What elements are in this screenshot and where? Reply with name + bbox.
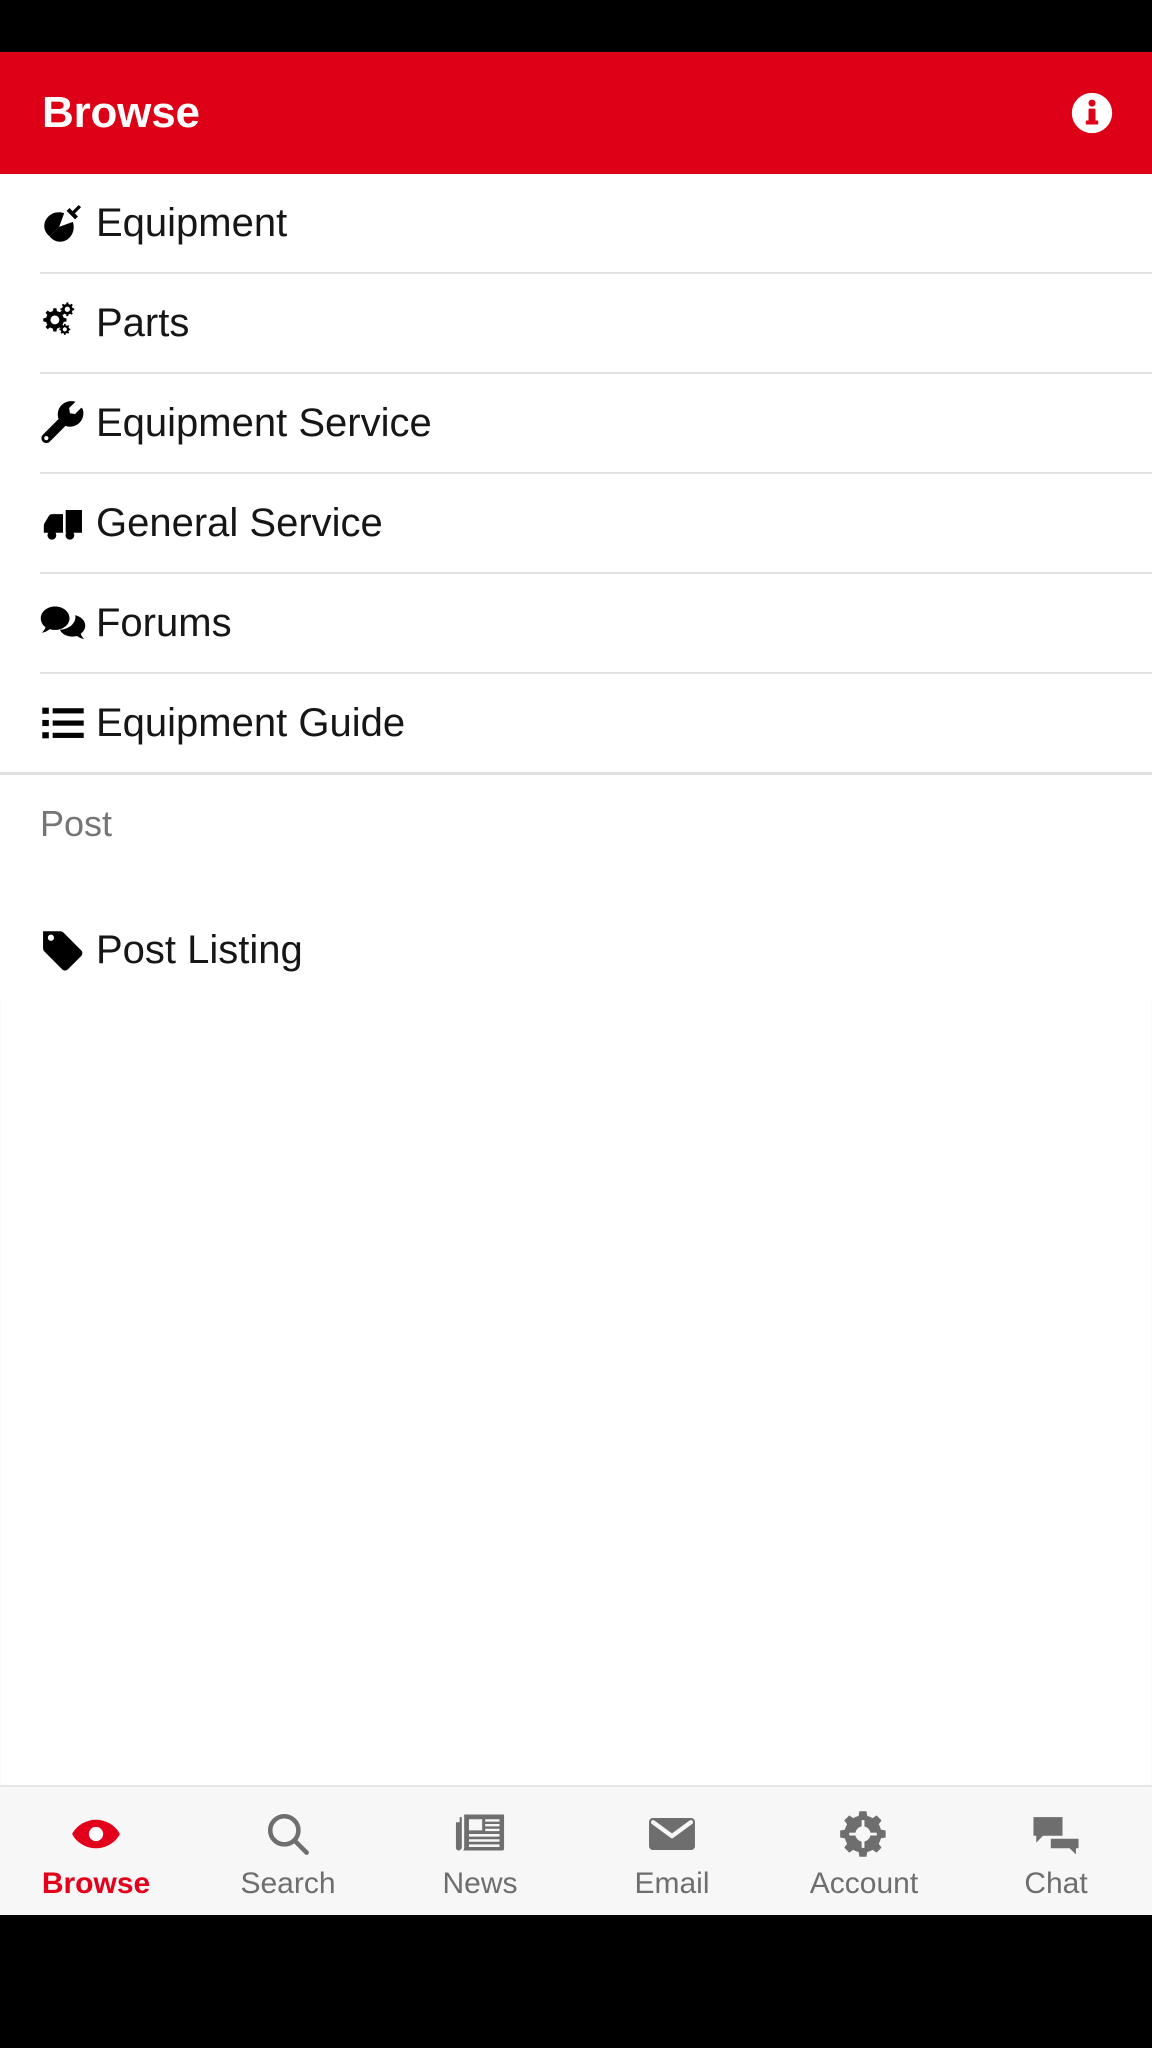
plug-icon: [40, 200, 92, 246]
tag-icon: [40, 927, 92, 973]
nav-item-label: News: [442, 1867, 518, 1900]
list-item-label: General Service: [96, 501, 383, 545]
comments-icon: [40, 600, 92, 646]
list-item-label: Equipment: [96, 201, 288, 245]
browse-list: Equipment Parts Equipment Service Genera…: [0, 174, 1152, 772]
search-icon: [262, 1809, 314, 1859]
status-bar: [0, 0, 1152, 52]
nav-item-label: Account: [809, 1867, 919, 1900]
nav-item-label: Email: [634, 1867, 710, 1900]
system-navigation-bar: [0, 1915, 1152, 2048]
list-ul-icon: [40, 700, 92, 746]
app-screen: Browse Equipment Parts Equipment Service…: [0, 0, 1152, 2048]
envelope-icon: [646, 1809, 698, 1859]
newspaper-icon: [454, 1809, 506, 1859]
list-item-equipment-service[interactable]: Equipment Service: [0, 374, 1152, 472]
bottom-navigation: Browse Search News Email Account Chat: [0, 1785, 1152, 1915]
nav-item-email[interactable]: Email: [576, 1787, 768, 1915]
eye-icon: [70, 1809, 122, 1859]
list-item-label: Parts: [96, 301, 190, 345]
app-bar: Browse: [0, 52, 1152, 174]
cogs-icon: [40, 300, 92, 346]
nav-item-label: Chat: [1024, 1867, 1088, 1900]
list-item-label: Equipment Guide: [96, 701, 406, 745]
chat-icon: [1030, 1809, 1082, 1859]
list-item-equipment-guide[interactable]: Equipment Guide: [0, 674, 1152, 772]
nav-item-label: Search: [240, 1867, 336, 1900]
nav-item-account[interactable]: Account: [768, 1787, 960, 1915]
list-item-label: Equipment Service: [96, 401, 432, 445]
list-item-label: Forums: [96, 601, 232, 645]
page-title: Browse: [42, 88, 200, 137]
section-header-label: Post: [40, 803, 113, 844]
nav-item-search[interactable]: Search: [192, 1787, 384, 1915]
list-item-forums[interactable]: Forums: [0, 574, 1152, 672]
list-item-general-service[interactable]: General Service: [0, 474, 1152, 572]
nav-item-news[interactable]: News: [384, 1787, 576, 1915]
browse-content: Equipment Parts Equipment Service Genera…: [0, 174, 1152, 1785]
wrench-icon: [40, 400, 92, 446]
list-item-post-listing[interactable]: Post Listing: [0, 901, 1152, 999]
nav-item-label: Browse: [41, 1867, 151, 1900]
list-item-parts[interactable]: Parts: [0, 274, 1152, 372]
truck-icon: [40, 500, 92, 546]
list-item-equipment[interactable]: Equipment: [0, 174, 1152, 272]
post-section-header: Post: [0, 775, 1152, 873]
list-item-label: Post Listing: [96, 928, 303, 972]
nav-item-chat[interactable]: Chat: [960, 1787, 1152, 1915]
info-circle-icon[interactable]: [1070, 91, 1114, 135]
section-spacer: [0, 873, 1152, 901]
nav-item-browse[interactable]: Browse: [0, 1787, 192, 1915]
gear-icon: [838, 1809, 890, 1859]
